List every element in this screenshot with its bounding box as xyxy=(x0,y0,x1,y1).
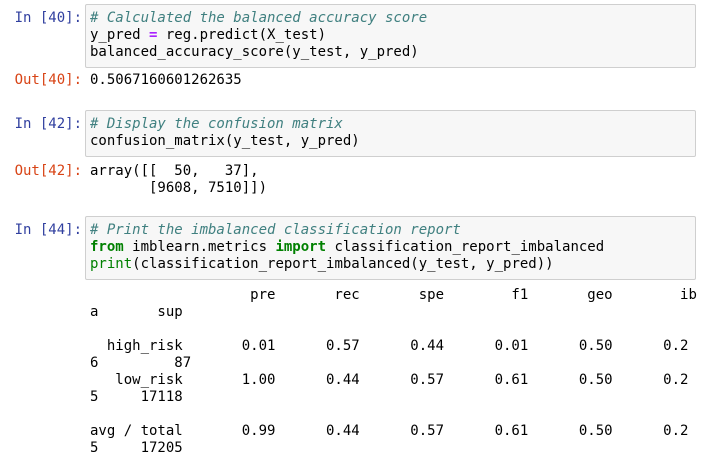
output-line: pre rec spe f1 geo ib xyxy=(90,287,697,303)
code-line: print(classification_report_imbalanced(y… xyxy=(90,256,604,273)
in-prompt-40: In [40]: xyxy=(14,10,82,26)
code-comment: # Print the imbalanced classification re… xyxy=(90,222,461,238)
output-42: array([[ 50, 37], [9608, 7510]]) xyxy=(90,163,267,197)
code-text: (classification_report_imbalanced(y_test… xyxy=(132,255,554,272)
output-line: [9608, 7510]]) xyxy=(90,180,268,196)
out-prompt-42: Out[42]: xyxy=(14,163,82,179)
code-text: y_pred xyxy=(90,26,150,43)
output-44: pre rec spe f1 geo ib a sup high_risk 0.… xyxy=(90,287,697,457)
code-line: balanced_accuracy_score(y_test, y_pred) xyxy=(90,43,419,60)
code-comment: # Calculated the balanced accuracy score xyxy=(90,10,428,26)
code-text: reg.predict(X_test) xyxy=(157,26,327,43)
output-line: low_risk 1.00 0.44 0.57 0.61 0.50 0.2 xyxy=(90,372,689,388)
code-cell-40[interactable]: # Calculated the balanced accuracy score… xyxy=(85,4,696,68)
in-prompt-42: In [42]: xyxy=(14,116,82,132)
code-line: y_pred = reg.predict(X_test) xyxy=(90,27,427,44)
out-prompt-40: Out[40]: xyxy=(14,72,82,88)
output-line: 5 17205 xyxy=(90,440,183,456)
output-line: 0.5067160601262635 xyxy=(90,72,242,88)
code-text: imblearn.metrics xyxy=(123,238,276,255)
output-line: a sup xyxy=(90,304,183,320)
code-comment: # Display the confusion matrix xyxy=(90,116,343,132)
code-line: confusion_matrix(y_test, y_pred) xyxy=(90,132,360,149)
in-prompt-44: In [44]: xyxy=(14,222,82,238)
output-line: 6 87 xyxy=(90,355,192,371)
output-40: 0.5067160601262635 xyxy=(90,72,242,89)
keyword-import: import xyxy=(275,238,327,255)
output-line: 5 17118 xyxy=(90,389,183,405)
code-cell-42[interactable]: # Display the confusion matrix confusion… xyxy=(85,110,696,157)
code-cell-44[interactable]: # Print the imbalanced classification re… xyxy=(85,216,696,280)
builtin-print: print xyxy=(90,255,133,272)
output-line: array([[ 50, 37], xyxy=(90,163,259,179)
keyword-from: from xyxy=(90,238,124,255)
output-line: high_risk 0.01 0.57 0.44 0.01 0.50 0.2 xyxy=(90,338,689,354)
output-line: avg / total 0.99 0.44 0.57 0.61 0.50 0.2 xyxy=(90,423,689,439)
code-text: classification_report_imbalanced xyxy=(326,238,605,255)
code-line: from imblearn.metrics import classificat… xyxy=(90,239,604,256)
